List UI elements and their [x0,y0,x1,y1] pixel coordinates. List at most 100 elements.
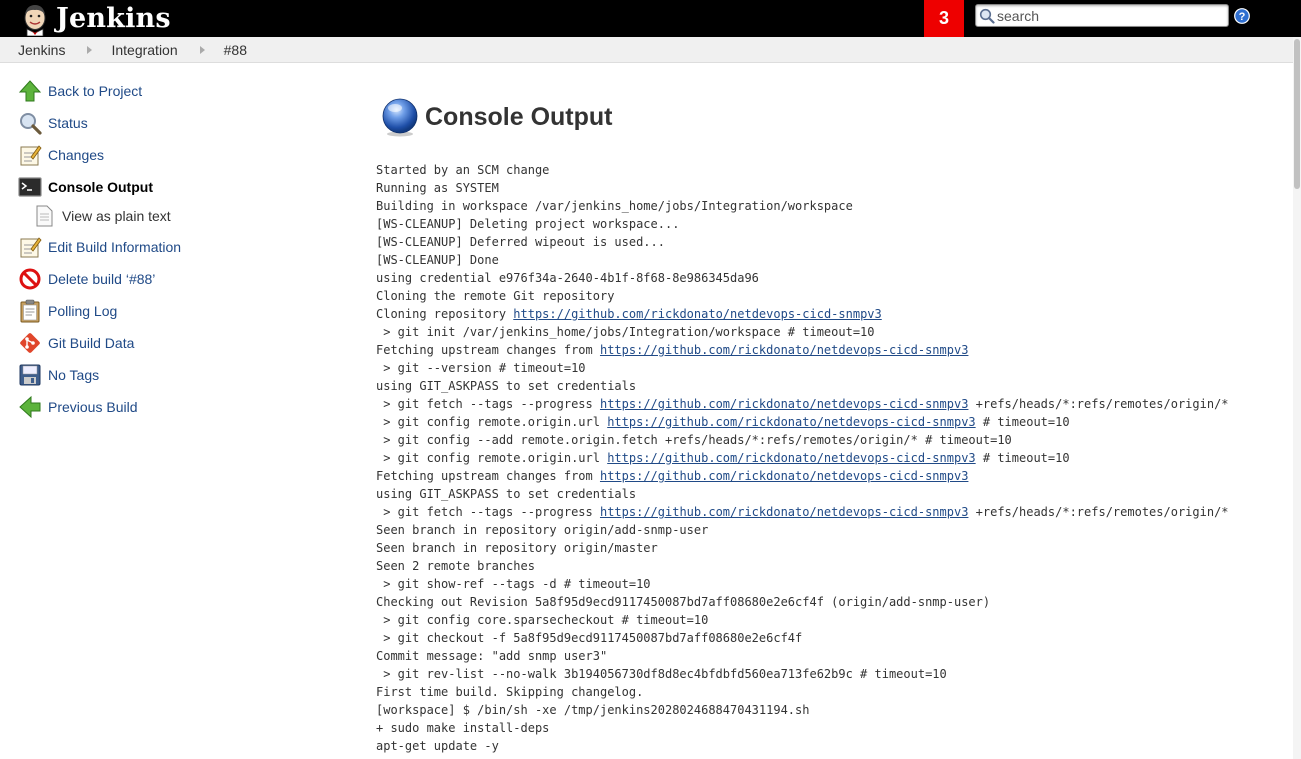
task-label[interactable]: Previous Build [48,399,138,415]
task-previous-build[interactable]: Previous Build [18,395,138,419]
task-label[interactable]: Edit Build Information [48,239,181,255]
task-label[interactable]: View as plain text [62,208,171,224]
console-text: using credential e976f34a-2640-4b1f-8f68… [376,271,759,285]
console-line: apt-get update -y [376,737,1229,755]
console-text: First time build. Skipping changelog. [376,685,644,699]
title-row: Console Output [380,97,612,137]
console-line: Cloning repository https://github.com/ri… [376,305,1229,323]
console-line: > git config core.sparsecheckout # timeo… [376,611,1229,629]
task-console-output[interactable]: Console Output [18,175,153,199]
console-text: > git config --add remote.origin.fetch +… [376,433,1012,447]
search-icon [979,8,995,24]
console-line: Running as SYSTEM [376,179,1229,197]
side-panel: Back to Project Status Changes Console O… [0,63,330,759]
console-link[interactable]: https://github.com/rickdonato/netdevops-… [513,307,881,321]
console-line: Seen 2 remote branches [376,557,1229,575]
task-status[interactable]: Status [18,111,88,135]
scrollbar-thumb[interactable] [1294,39,1300,189]
task-label[interactable]: Git Build Data [48,335,134,351]
page-scrollbar[interactable] [1293,37,1301,759]
console-line: using GIT_ASKPASS to set credentials [376,485,1229,503]
git-icon [20,333,40,353]
console-link[interactable]: https://github.com/rickdonato/netdevops-… [607,415,975,429]
console-text: Checking out Revision 5a8f95d9ecd9117450… [376,595,991,609]
breadcrumb-item-build[interactable]: #88 [224,42,247,58]
task-git-build-data[interactable]: Git Build Data [18,331,134,355]
console-link[interactable]: https://github.com/rickdonato/netdevops-… [600,469,968,483]
console-line: + sudo make install-deps [376,719,1229,737]
help-icon-glyph: ? [1239,11,1246,23]
notepad-icon [20,145,42,166]
console-text: Seen branch in repository origin/master [376,541,658,555]
console-line: > git checkout -f 5a8f95d9ecd9117450087b… [376,629,1229,647]
breadcrumb-item-jenkins[interactable]: Jenkins [18,42,65,58]
logo-text: Jenkins [56,3,171,34]
console-text: # timeout=10 [975,451,1070,465]
task-no-tags[interactable]: No Tags [18,363,99,387]
breadcrumb-arrow-icon[interactable] [199,45,205,54]
document-icon [36,205,53,227]
console-text: Seen 2 remote branches [376,559,535,573]
console-line: Commit message: "add snmp user3" [376,647,1229,665]
task-label[interactable]: Polling Log [48,303,117,319]
task-label[interactable]: No Tags [48,367,99,383]
floppy-icon [19,364,41,386]
task-label[interactable]: Status [48,115,88,131]
terminal-icon [18,177,42,197]
jenkins-logo[interactable]: Jenkins [18,0,171,37]
console-text: Running as SYSTEM [376,181,499,195]
console-line: > git --version # timeout=10 [376,359,1229,377]
task-view-plain-text[interactable]: View as plain text [34,204,171,228]
breadcrumb: Jenkins Integration #88 [0,37,1293,63]
task-changes[interactable]: Changes [18,143,104,167]
console-link[interactable]: https://github.com/rickdonato/netdevops-… [600,397,968,411]
console-text: > git --version # timeout=10 [376,361,586,375]
console-text: > git checkout -f 5a8f95d9ecd9117450087b… [376,631,803,645]
task-back-to-project[interactable]: Back to Project [18,79,142,103]
task-edit-build-information[interactable]: Edit Build Information [18,235,181,259]
console-line: Building in workspace /var/jenkins_home/… [376,197,1229,215]
task-label[interactable]: Changes [48,147,104,163]
console-line: > git init /var/jenkins_home/jobs/Integr… [376,323,1229,341]
task-polling-log[interactable]: Polling Log [18,299,117,323]
console-text: > git show-ref --tags -d # timeout=10 [376,577,651,591]
blue-ball-status-icon [382,98,418,137]
search-input[interactable] [997,6,1225,25]
console-text: > git fetch --tags --progress [376,505,600,519]
page-header: Jenkins 3 ? [0,0,1301,37]
console-line: First time build. Skipping changelog. [376,683,1229,701]
console-text: Fetching upstream changes from [376,343,600,357]
left-arrow-icon [19,395,41,419]
breadcrumb-label: #88 [223,41,247,58]
console-line: Seen branch in repository origin/add-snm… [376,521,1229,539]
console-link[interactable]: https://github.com/rickdonato/netdevops-… [600,343,968,357]
notification-badge[interactable]: 3 [924,0,964,37]
breadcrumb-item-integration[interactable]: Integration [111,42,177,58]
console-text: Seen branch in repository origin/add-snm… [376,523,709,537]
console-text: > git fetch --tags --progress [376,397,600,411]
console-line: > git fetch --tags --progress https://gi… [376,503,1228,521]
task-label[interactable]: Delete build ‘#88’ [48,271,155,287]
task-label[interactable]: Back to Project [48,83,142,99]
console-line: Fetching upstream changes from https://g… [376,467,1229,485]
console-link[interactable]: https://github.com/rickdonato/netdevops-… [607,451,975,465]
console-text: > git config core.sparsecheckout # timeo… [376,613,709,627]
breadcrumb-arrow-icon[interactable] [87,45,93,54]
console-line: > git config remote.origin.url https://g… [376,449,1229,467]
console-text: [WS-CLEANUP] Deleting project workspace.… [376,217,680,231]
task-label[interactable]: Console Output [48,179,153,195]
jenkins-butler-icon [24,4,46,36]
page-title: Console Output [425,102,613,131]
console-text: Cloning repository [376,307,514,321]
console-text: [WS-CLEANUP] Done [376,253,499,267]
console-text: > git config remote.origin.url [376,451,608,465]
breadcrumb-label: Jenkins [18,41,66,58]
console-link[interactable]: https://github.com/rickdonato/netdevops-… [600,505,968,519]
help-icon[interactable]: ? [1234,8,1250,24]
console-line: Started by an SCM change [376,161,1229,179]
console-text: Building in workspace /var/jenkins_home/… [376,199,853,213]
console-line: > git fetch --tags --progress https://gi… [376,395,1228,413]
task-delete-build[interactable]: Delete build ‘#88’ [18,267,155,291]
console-text: > git config remote.origin.url [376,415,608,429]
console-text: using GIT_ASKPASS to set credentials [376,487,637,501]
